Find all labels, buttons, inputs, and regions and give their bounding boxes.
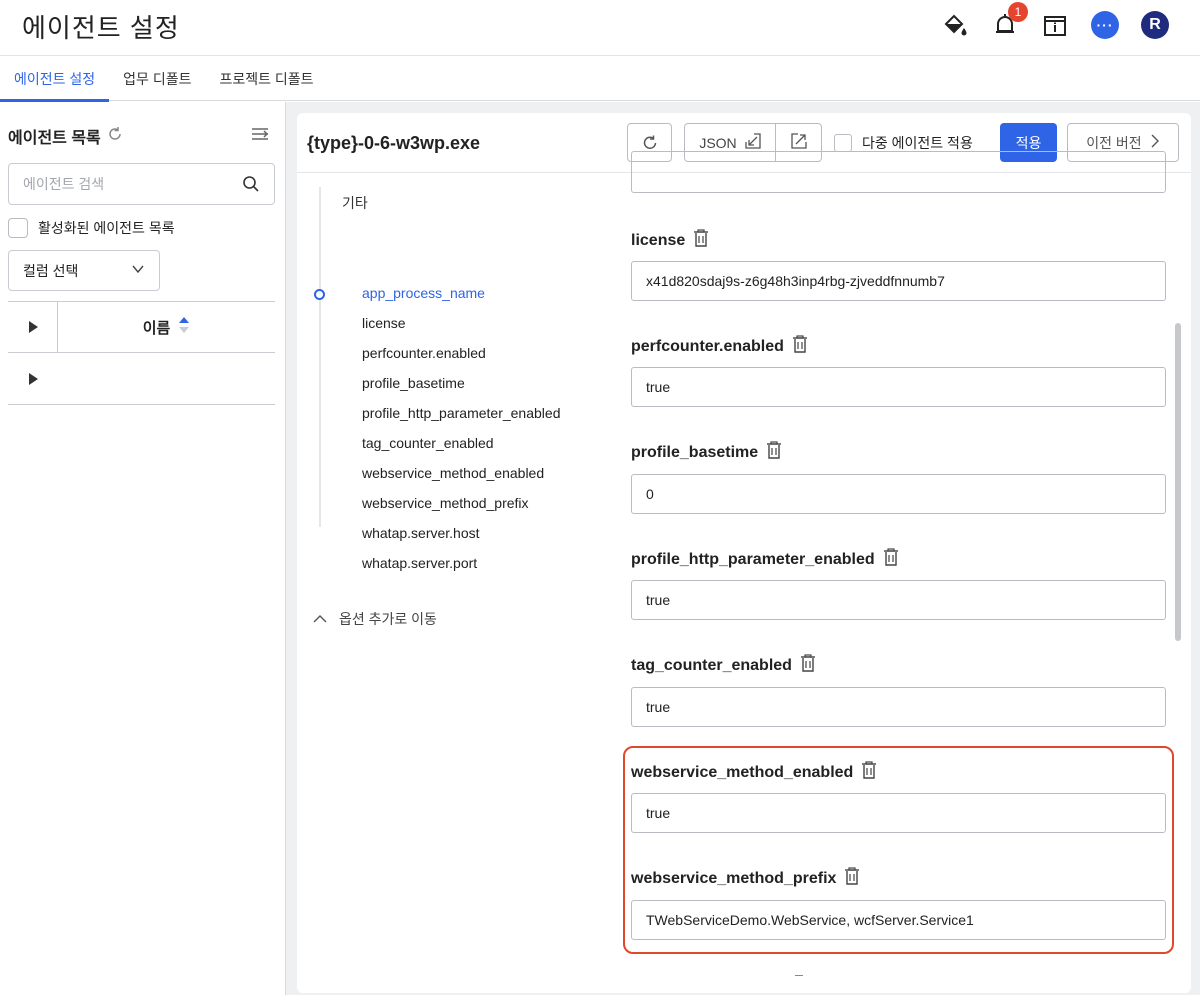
perfcounter-enabled-label: perfcounter.enabled [631,335,808,358]
nav-item-profile-http-parameter-enabled[interactable]: profile_http_parameter_enabled [362,405,560,421]
profile-http-parameter-enabled-key: profile_http_parameter_enabled [631,550,875,568]
license-key: license [631,231,686,249]
import-icon [745,133,761,152]
license-input[interactable]: x41d820sdaj9s-z6g48h3inp4rbg-zjveddfnnum… [631,261,1166,301]
webservice-method-prefix-input[interactable]: TWebServiceDemo.WebService, wcfServer.Se… [631,900,1166,940]
json-label: JSON [699,134,737,151]
notification-badge: 1 [1008,2,1028,22]
tab-project-default[interactable]: 프로젝트 디폴트 [205,57,327,101]
profile-http-parameter-enabled-label: profile_http_parameter_enabled [631,548,899,571]
column-select-label: 컬럼 선택 [23,262,79,279]
search-icon[interactable] [242,175,260,198]
trash-icon[interactable] [861,761,877,784]
info-panel-icon[interactable] [1040,10,1070,40]
chat-icon[interactable]: ··· [1090,10,1120,40]
avatar[interactable]: R [1140,10,1170,40]
multi-agent-apply-label: 다중 에이전트 적용 [862,135,973,151]
table-header-row: 이름 [8,301,275,353]
scroll-end-marker [795,975,803,976]
page-title: 에이전트 설정 [22,13,180,43]
multi-agent-apply-checkbox[interactable] [834,134,852,152]
agent-list-title: 에이전트 목록 [8,130,101,147]
license-label: license [631,229,709,252]
agent-search-input[interactable] [9,164,229,204]
webservice-method-enabled-label: webservice_method_enabled [631,761,877,784]
expand-all-icon[interactable] [8,302,58,352]
export-icon [790,133,807,152]
refresh-icon [643,135,656,149]
nav-item-perfcounter-enabled[interactable]: perfcounter.enabled [362,345,486,361]
chevron-up-icon [313,611,327,627]
name-column-label: 이름 [142,319,171,337]
trash-icon[interactable] [693,229,709,252]
paint-bucket-icon[interactable] [940,10,970,40]
nav-item-app-process-name[interactable]: app_process_name [362,285,485,301]
notification-bell-icon[interactable]: 1 [990,2,1028,40]
perfcounter-enabled-key: perfcounter.enabled [631,337,784,355]
avatar-letter: R [1141,11,1169,39]
app-process-name-input[interactable] [631,151,1166,193]
nav-item-webservice-method-prefix[interactable]: webservice_method_prefix [362,495,529,511]
table-row[interactable] [8,353,275,405]
profile-basetime-label: profile_basetime [631,441,782,464]
name-column-header[interactable]: 이름 [58,316,275,338]
tag-counter-enabled-key: tag_counter_enabled [631,656,792,674]
nav-item-whatap-server-host[interactable]: whatap.server.host [362,525,480,541]
nav-item-profile-basetime[interactable]: profile_basetime [362,375,465,391]
trash-icon[interactable] [883,548,899,571]
column-select-dropdown[interactable]: 컬럼 선택 [8,250,160,291]
sort-icon[interactable] [178,316,190,338]
go-to-add-option-label: 옵션 추가로 이동 [339,611,437,627]
previous-version-label: 이전 버전 [1086,134,1142,151]
webservice-method-prefix-key: webservice_method_prefix [631,869,837,887]
expand-row-icon[interactable] [8,353,58,404]
agent-table: 이름 [8,301,275,405]
nav-item-license[interactable]: license [362,315,406,331]
tab-bar: 에이전트 설정 업무 디폴트 프로젝트 디폴트 [0,57,1200,102]
header-actions: 1 ··· R [940,2,1170,40]
chevron-right-icon [1150,134,1160,151]
option-navigation: 기타 app_process_name license perfcounter.… [297,173,617,993]
nav-item-tag-counter-enabled[interactable]: tag_counter_enabled [362,435,494,451]
nav-item-webservice-method-enabled[interactable]: webservice_method_enabled [362,465,544,481]
trash-icon[interactable] [792,335,808,358]
profile-basetime-input[interactable]: 0 [631,474,1166,514]
nav-current-indicator [314,289,325,300]
collapse-panel-icon[interactable] [250,124,270,144]
tag-counter-enabled-label: tag_counter_enabled [631,654,816,677]
trash-icon[interactable] [844,867,860,890]
agent-list-panel: 에이전트 목록 활성화된 에이전트 목록 컬럼 선택 이름 [0,102,286,995]
tab-agent-settings[interactable]: 에이전트 설정 [0,57,110,102]
chevron-down-icon [131,262,145,279]
tag-counter-enabled-input[interactable]: true [631,687,1166,727]
webservice-method-enabled-key: webservice_method_enabled [631,763,854,781]
go-to-add-option-link[interactable]: 옵션 추가로 이동 [313,609,437,629]
agent-config-card: {type}-0-6-w3wp.exe JSON 다중 에이전트 적용 적용 이… [297,113,1191,993]
active-agents-label: 활성화된 에이전트 목록 [38,220,175,236]
webservice-method-prefix-label: webservice_method_prefix [631,867,860,890]
refresh-icon[interactable] [107,126,123,147]
option-fields: license x41d820sdaj9s-z6g48h3inp4rbg-zjv… [617,151,1191,993]
nav-item-whatap-server-port[interactable]: whatap.server.port [362,555,477,571]
trash-icon[interactable] [766,441,782,464]
profile-basetime-key: profile_basetime [631,443,759,461]
profile-http-parameter-enabled-input[interactable]: true [631,580,1166,620]
trash-icon[interactable] [800,654,816,677]
nav-track [319,187,321,527]
tab-business-default[interactable]: 업무 디폴트 [109,57,205,101]
top-bar: 에이전트 설정 1 ··· R [0,0,1200,56]
webservice-method-enabled-input[interactable]: true [631,793,1166,833]
active-agents-checkbox[interactable] [8,218,28,238]
active-agents-filter[interactable]: 활성화된 에이전트 목록 [8,218,175,238]
agent-list-header: 에이전트 목록 [8,124,123,148]
agent-search-box [8,163,275,205]
scrollbar[interactable] [1175,323,1181,641]
agent-name-title: {type}-0-6-w3wp.exe [307,133,481,153]
multi-agent-apply-option[interactable]: 다중 에이전트 적용 [834,133,973,153]
perfcounter-enabled-input[interactable]: true [631,367,1166,407]
nav-group-label: 기타 [342,195,368,211]
